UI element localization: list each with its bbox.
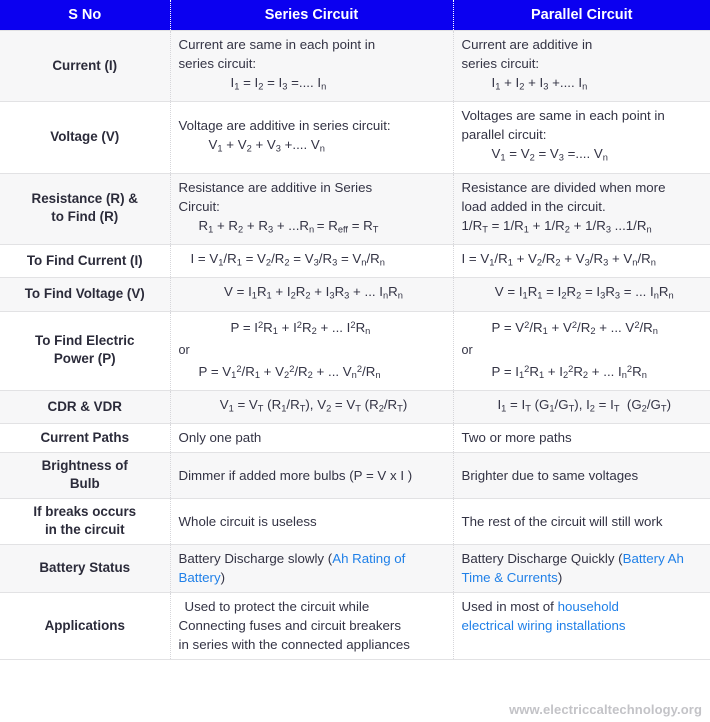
cell-parallel-current-paths: Two or more paths (453, 423, 710, 454)
cell-series-resistance: Resistance are additive in Series Circui… (170, 172, 454, 245)
row-label-voltage: Voltage (V) (0, 101, 171, 174)
header-cell-series-circuit: Series Circuit (170, 0, 454, 31)
row-label-current: Current (I) (0, 29, 171, 103)
cell-parallel-power: P = V2/R1 + V2/R2 + ... V2/Rn or P = I12… (453, 310, 710, 392)
header-cell-parallel-circuit: Parallel Circuit (453, 0, 710, 31)
or-connector: or (461, 342, 473, 357)
series-vs-parallel-comparison-table: S No Series Circuit Parallel Circuit Cur… (0, 0, 710, 661)
cell-parallel-cdr-vdr: I1 = IT (G1/GT), I2 = IT (G2/GT) (453, 389, 710, 425)
cell-series-current: Current are same in each point in series… (170, 29, 454, 103)
cell-parallel-battery-status: Battery Discharge Quickly (Battery Ah Ti… (453, 544, 710, 594)
cell-series-voltage: Voltage are additive in series circuit: … (170, 101, 454, 174)
formula: I1 + I2 + I3 +.... In (491, 75, 588, 92)
cell-series-current-paths: Only one path (170, 423, 454, 454)
cell-parallel-voltage: Voltages are same in each point in paral… (453, 101, 710, 174)
row-label-cdr-vdr: CDR & VDR (0, 389, 171, 425)
row-label-to-find-current: To Find Current (I) (0, 243, 171, 279)
cell-series-power: P = I2R1 + I2R2 + ... I2Rn or P = V12/R1… (170, 310, 454, 392)
cell-parallel-to-find-current: I = V1/R1 + V2/R2 + V3/R3 + Vn/Rn (453, 243, 710, 279)
formula: V = I1R1 = I2R2 = I3R3 = ... InRn (494, 284, 674, 301)
table-row: To Find Current (I) I = V1/R1 = V2/R2 = … (0, 243, 710, 279)
table-row: Voltage (V) Voltage are additive in seri… (0, 101, 710, 174)
cell-series-applications: Used to protect the circuit while Connec… (170, 592, 454, 661)
formula: I1 = I2 = I3 =.... In (230, 75, 327, 92)
table-row: Current (I) Current are same in each poi… (0, 29, 710, 103)
cell-series-to-find-current: I = V1/R1 = V2/R2 = V3/R3 = Vn/Rn (170, 243, 454, 279)
row-label-battery-status: Battery Status (0, 544, 171, 594)
row-label-resistance: Resistance (R) & to Find (R) (0, 172, 171, 245)
table-row: Battery Status Battery Discharge slowly … (0, 544, 710, 594)
formula: V1 + V2 + V3 +.... Vn (208, 136, 325, 154)
formula: V1 = V2 = V3 =.... Vn (491, 146, 608, 163)
cell-parallel-applications: Used in most of household electrical wir… (453, 592, 710, 661)
row-label-to-find-power: To Find Electric Power (P) (0, 310, 171, 392)
table-row: To Find Electric Power (P) P = I2R1 + I2… (0, 310, 710, 392)
cell-series-if-breaks: Whole circuit is useless (170, 498, 454, 546)
cell-parallel-if-breaks: The rest of the circuit will still work (453, 498, 710, 546)
row-label-to-find-voltage: To Find Voltage (V) (0, 277, 171, 312)
formula: P = I12R1 + I22R2 + ... In2Rn (491, 363, 647, 380)
cell-parallel-brightness: Brighter due to same voltages (453, 452, 710, 500)
cell-parallel-to-find-voltage: V = I1R1 = I2R2 = I3R3 = ... InRn (453, 277, 710, 312)
link-household[interactable]: household (558, 599, 619, 614)
formula: P = I2R1 + I2R2 + ... I2Rn (230, 319, 371, 336)
formula: V = I1R1 + I2R2 + I3R3 + ... InRn (224, 284, 403, 301)
or-connector: or (178, 342, 190, 357)
table-row: Brightness of Bulb Dimmer if added more … (0, 452, 710, 500)
table-row: If breaks occurs in the circuit Whole ci… (0, 498, 710, 546)
table-row: Resistance (R) & to Find (R) Resistance … (0, 172, 710, 245)
formula: P = V2/R1 + V2/R2 + ... V2/Rn (491, 319, 658, 336)
row-label-applications: Applications (0, 592, 171, 661)
formula: V1 = VT (R1/RT), V2 = VT (R2/RT) (219, 397, 408, 414)
formula: 1/RT = 1/R1 + 1/R2 + 1/R3 ...1/Rn (461, 217, 652, 234)
table-row: Current Paths Only one path Two or more … (0, 423, 710, 454)
row-label-current-paths: Current Paths (0, 423, 171, 454)
table-row: CDR & VDR V1 = VT (R1/RT), V2 = VT (R2/R… (0, 389, 710, 425)
cell-parallel-resistance: Resistance are divided when more load ad… (453, 172, 710, 245)
table-header-row: S No Series Circuit Parallel Circuit (0, 0, 710, 31)
table-row: To Find Voltage (V) V = I1R1 + I2R2 + I3… (0, 277, 710, 312)
cell-parallel-current: Current are additive in series circuit: … (453, 29, 710, 103)
row-label-if-breaks: If breaks occurs in the circuit (0, 498, 171, 546)
cell-series-cdr-vdr: V1 = VT (R1/RT), V2 = VT (R2/RT) (170, 389, 454, 425)
formula: I1 = IT (G1/GT), I2 = IT (G2/GT) (497, 397, 672, 414)
table-row: Applications Used to protect the circuit… (0, 592, 710, 661)
formula: I = V1/R1 = V2/R2 = V3/R3 = Vn/Rn (190, 250, 385, 268)
formula: I = V1/R1 + V2/R2 + V3/R3 + Vn/Rn (461, 250, 656, 268)
formula: P = V12/R1 + V22/R2 + ... Vn2/Rn (198, 363, 381, 380)
cell-series-to-find-voltage: V = I1R1 + I2R2 + I3R3 + ... InRn (170, 277, 454, 312)
cell-series-brightness: Dimmer if added more bulbs (P = V x I ) (170, 452, 454, 500)
cell-series-battery-status: Battery Discharge slowly (Ah Rating of B… (170, 544, 454, 594)
row-label-brightness: Brightness of Bulb (0, 452, 171, 500)
comparison-table-page: S No Series Circuit Parallel Circuit Cur… (0, 0, 710, 722)
formula: R1 + R2 + R3 + ...Rn = Reff = RT (198, 217, 379, 234)
site-url-watermark: www.electriccaltechnology.org (509, 702, 702, 717)
header-cell-sno: S No (0, 0, 171, 31)
link-electrical-wiring-installations[interactable]: electrical wiring installations (462, 616, 708, 635)
